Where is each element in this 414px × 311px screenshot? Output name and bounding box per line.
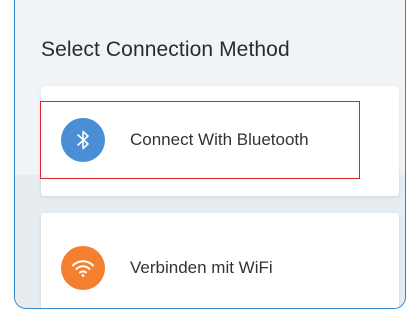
page-title: Select Connection Method: [41, 38, 290, 61]
wifi-icon: [61, 246, 105, 290]
wifi-option-label: Verbinden mit WiFi: [130, 258, 273, 277]
wifi-option-card[interactable]: Verbinden mit WiFi: [41, 213, 399, 308]
wifi-option-row[interactable]: Verbinden mit WiFi: [61, 246, 273, 290]
selection-highlight-box: [40, 101, 360, 179]
